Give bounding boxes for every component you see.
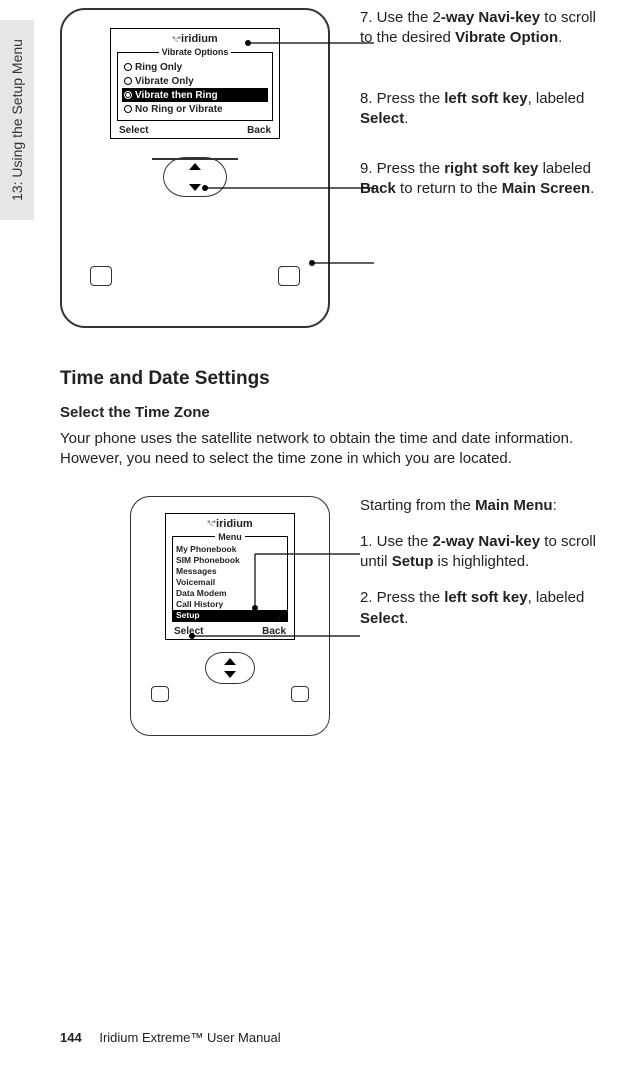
row-vibrate: iridium Vibrate Options Ring Only Vibrat…	[60, 8, 611, 328]
phone1-brand: iridium	[111, 33, 279, 45]
right-soft-key-button-2[interactable]	[291, 686, 309, 702]
nav-down-icon-2	[224, 671, 236, 678]
nav-up-icon-2	[224, 658, 236, 665]
option-no-ring-or-vibrate[interactable]: No Ring or Vibrate	[122, 102, 268, 116]
phone2-softkey-right[interactable]: Back	[262, 626, 286, 637]
nav-down-icon	[189, 184, 201, 191]
left-soft-key-button[interactable]	[90, 266, 112, 286]
phone2-legend: Menu	[215, 532, 245, 542]
step-2: 2. Press the left soft key, labeled Sele…	[360, 588, 611, 629]
option-vibrate-only[interactable]: Vibrate Only	[122, 74, 268, 88]
step-7: 7. Use the 2-way Navi-key to scroll to t…	[360, 8, 611, 49]
intro-paragraph: Your phone uses the satellite network to…	[60, 429, 600, 470]
page-number: 144	[60, 1030, 82, 1045]
menu-data-modem[interactable]: Data Modem	[173, 588, 287, 599]
menu-messages[interactable]: Messages	[173, 566, 287, 577]
page: 13: Using the Setup Menu iridium Vibrate…	[0, 0, 631, 1071]
left-soft-key-button-2[interactable]	[151, 686, 169, 702]
phone2-screen: iridium Menu My Phonebook SIM Phonebook …	[165, 513, 295, 640]
step-8: 8. Press the left soft key, labeled Sele…	[360, 89, 611, 130]
steps-1-2: Starting from the Main Menu: 1. Use the …	[360, 496, 611, 645]
row-menu: iridium Menu My Phonebook SIM Phonebook …	[60, 496, 611, 736]
scroll-down-icon: ↓	[277, 612, 282, 623]
phone2-brand: iridium	[166, 518, 294, 530]
menu-setup[interactable]: Setup	[173, 610, 287, 621]
chapter-tab: 13: Using the Setup Menu	[0, 20, 34, 220]
footer-title: Iridium Extreme™ User Manual	[99, 1030, 280, 1045]
option-ring-only[interactable]: Ring Only	[122, 60, 268, 74]
right-soft-key-button[interactable]	[278, 266, 300, 286]
phone1-screen: iridium Vibrate Options Ring Only Vibrat…	[110, 28, 280, 139]
nav-up-icon	[189, 163, 201, 170]
menu-voicemail[interactable]: Voicemail	[173, 577, 287, 588]
menu-call-history[interactable]: Call History	[173, 599, 287, 610]
phone1-softkey-right[interactable]: Back	[247, 125, 271, 136]
menu-my-phonebook[interactable]: My Phonebook	[173, 544, 287, 555]
phone1-legend: Vibrate Options	[159, 47, 232, 57]
section-heading: Time and Date Settings	[60, 368, 611, 390]
phone1-softkey-left[interactable]: Select	[119, 125, 148, 136]
page-footer: 144 Iridium Extreme™ User Manual	[60, 1030, 281, 1045]
chapter-tab-label: 13: Using the Setup Menu	[9, 39, 25, 201]
step-9: 9. Press the right soft key labeled Back…	[360, 159, 611, 200]
menu-sim-phonebook[interactable]: SIM Phonebook	[173, 555, 287, 566]
option-vibrate-then-ring[interactable]: Vibrate then Ring	[122, 88, 268, 102]
steps-7-9: 7. Use the 2-way Navi-key to scroll to t…	[360, 8, 611, 230]
content-area: iridium Vibrate Options Ring Only Vibrat…	[60, 8, 611, 736]
navi-key-2[interactable]	[205, 652, 255, 684]
sub-heading: Select the Time Zone	[60, 404, 611, 421]
step-1: 1. Use the 2-way Navi-key to scroll unti…	[360, 532, 611, 573]
phone2-softkey-left[interactable]: Select	[174, 626, 203, 637]
phone-illustration-2: iridium Menu My Phonebook SIM Phonebook …	[130, 496, 330, 736]
lead-line: Starting from the Main Menu:	[360, 496, 611, 516]
phone-illustration-1: iridium Vibrate Options Ring Only Vibrat…	[60, 8, 330, 328]
navi-key[interactable]	[163, 157, 227, 197]
